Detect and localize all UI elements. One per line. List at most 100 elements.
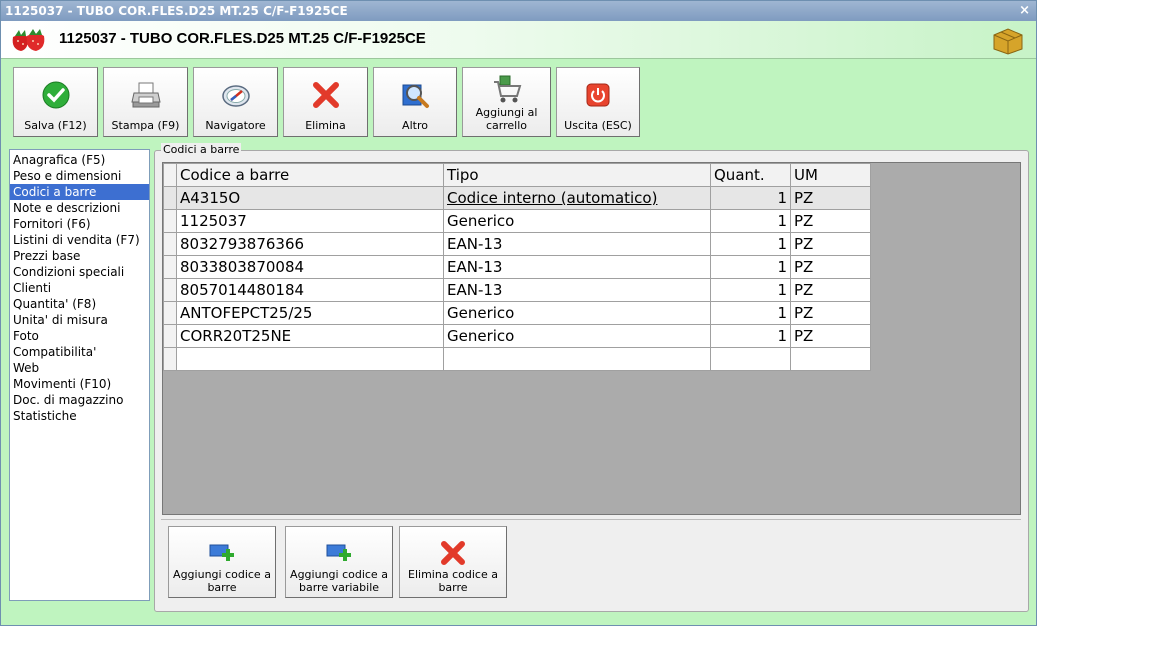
cell-code[interactable]: 8057014480184 <box>176 278 444 302</box>
sidebar-item[interactable]: Codici a barre <box>10 184 149 200</box>
magnifier-book-icon <box>402 84 429 108</box>
table-row[interactable] <box>163 347 871 371</box>
sidebar-item[interactable]: Doc. di magazzino <box>10 392 149 408</box>
row-header-corner <box>163 163 177 187</box>
exit-label: Uscita (ESC) <box>564 119 632 132</box>
cell-qty[interactable]: 1 <box>710 209 791 233</box>
sidebar-item[interactable]: Anagrafica (F5) <box>10 152 149 168</box>
add-to-cart-button[interactable]: Aggiungi al carrello <box>462 67 551 137</box>
print-button[interactable]: Stampa (F9) <box>103 67 188 137</box>
cell-um[interactable] <box>790 347 871 371</box>
add-to-cart-label: Aggiungi al carrello <box>475 106 538 132</box>
exit-button[interactable]: Uscita (ESC) <box>556 67 640 137</box>
sidebar-item[interactable]: Fornitori (F6) <box>10 216 149 232</box>
sidebar-item[interactable]: Prezzi base <box>10 248 149 264</box>
cell-type[interactable]: Generico <box>443 324 711 348</box>
row-header[interactable] <box>163 301 177 325</box>
column-header-type[interactable]: Tipo <box>443 163 711 187</box>
cell-code[interactable]: CORR20T25NE <box>176 324 444 348</box>
cell-um[interactable]: PZ <box>790 255 871 279</box>
red-x-icon <box>441 541 465 565</box>
cell-code[interactable]: 8033803870084 <box>176 255 444 279</box>
sidebar-item[interactable]: Web <box>10 360 149 376</box>
sidebar-item[interactable]: Compatibilita' <box>10 344 149 360</box>
other-button[interactable]: Altro <box>373 67 457 137</box>
column-header-code[interactable]: Codice a barre <box>176 163 444 187</box>
column-header-qty[interactable]: Quant. <box>710 163 791 187</box>
cell-um[interactable]: PZ <box>790 301 871 325</box>
cell-qty[interactable]: 1 <box>710 232 791 256</box>
cell-type[interactable]: Generico <box>443 301 711 325</box>
sidebar-item[interactable]: Statistiche <box>10 408 149 424</box>
cell-code[interactable]: 8032793876366 <box>176 232 444 256</box>
add-variable-barcode-icon <box>326 544 351 561</box>
page-title: 1125037 - TUBO COR.FLES.D25 MT.25 C/F-F1… <box>59 30 426 47</box>
cart-icon <box>493 75 521 103</box>
delete-button[interactable]: Elimina <box>283 67 368 137</box>
sidebar-item[interactable]: Clienti <box>10 280 149 296</box>
cell-qty[interactable]: 1 <box>710 278 791 302</box>
cell-type[interactable]: EAN-13 <box>443 255 711 279</box>
delete-barcode-button[interactable]: Elimina codice a barre <box>399 526 507 598</box>
cell-um[interactable]: PZ <box>790 278 871 302</box>
add-variable-barcode-label: Aggiungi codice a barre variabile <box>290 568 388 594</box>
cell-type[interactable]: Codice interno (automatico) <box>443 186 711 210</box>
table-row[interactable]: 1125037 Generico 1 PZ <box>163 209 871 233</box>
sidebar-item[interactable]: Peso e dimensioni <box>10 168 149 184</box>
cell-type[interactable]: EAN-13 <box>443 232 711 256</box>
add-variable-barcode-button[interactable]: Aggiungi codice a barre variabile <box>285 526 393 598</box>
cell-type[interactable]: EAN-13 <box>443 278 711 302</box>
sidebar-item[interactable]: Unita' di misura <box>10 312 149 328</box>
cell-code[interactable] <box>176 347 444 371</box>
table-row[interactable]: 8057014480184 EAN-13 1 PZ <box>163 278 871 302</box>
barcodes-grid: Codice a barre Tipo Quant. UM A4315O Codi… <box>162 162 1021 515</box>
delete-label: Elimina <box>305 119 346 132</box>
cell-qty[interactable]: 1 <box>710 301 791 325</box>
row-header[interactable] <box>163 209 177 233</box>
navigator-button[interactable]: Navigatore <box>193 67 278 137</box>
add-barcode-button[interactable]: Aggiungi codice a barre <box>168 526 276 598</box>
sidebar-item[interactable]: Listini di vendita (F7) <box>10 232 149 248</box>
window-title: 1125037 - TUBO COR.FLES.D25 MT.25 C/F-F1… <box>5 4 348 18</box>
sidebar-item[interactable]: Movimenti (F10) <box>10 376 149 392</box>
table-row[interactable]: A4315O Codice interno (automatico) 1 PZ <box>163 186 871 210</box>
sidebar-item[interactable]: Condizioni speciali <box>10 264 149 280</box>
article-window: 1125037 - TUBO COR.FLES.D25 MT.25 C/F-F1… <box>0 0 1037 626</box>
cell-um[interactable]: PZ <box>790 324 871 348</box>
cell-um[interactable]: PZ <box>790 232 871 256</box>
row-header[interactable] <box>163 186 177 210</box>
cell-type[interactable]: Generico <box>443 209 711 233</box>
cell-code[interactable]: A4315O <box>176 186 444 210</box>
sidebar-item[interactable]: Quantita' (F8) <box>10 296 149 312</box>
cell-code[interactable]: 1125037 <box>176 209 444 233</box>
row-header[interactable] <box>163 278 177 302</box>
cell-qty[interactable]: 1 <box>710 255 791 279</box>
table-row[interactable]: CORR20T25NE Generico 1 PZ <box>163 324 871 348</box>
cell-um[interactable]: PZ <box>790 186 871 210</box>
add-barcode-label: Aggiungi codice a barre <box>173 568 271 594</box>
cell-type[interactable] <box>443 347 711 371</box>
delete-barcode-label: Elimina codice a barre <box>408 568 498 594</box>
save-button[interactable]: Salva (F12) <box>13 67 98 137</box>
close-icon[interactable]: × <box>1019 1 1030 21</box>
table-row[interactable]: ANTOFEPCT25/25 Generico 1 PZ <box>163 301 871 325</box>
row-header[interactable] <box>163 347 177 371</box>
table-row[interactable]: 8032793876366 EAN-13 1 PZ <box>163 232 871 256</box>
row-header[interactable] <box>163 255 177 279</box>
red-x-icon <box>312 82 339 108</box>
strawberry-logo <box>12 29 45 51</box>
row-header[interactable] <box>163 324 177 348</box>
column-header-um[interactable]: UM <box>790 163 871 187</box>
cell-qty[interactable]: 1 <box>710 186 791 210</box>
cell-um[interactable]: PZ <box>790 209 871 233</box>
cell-code[interactable]: ANTOFEPCT25/25 <box>176 301 444 325</box>
row-header[interactable] <box>163 232 177 256</box>
cell-qty[interactable] <box>710 347 791 371</box>
section-list: Anagrafica (F5) Peso e dimensioni Codici a… <box>9 149 150 601</box>
other-label: Altro <box>402 119 428 132</box>
cell-qty[interactable]: 1 <box>710 324 791 348</box>
sidebar-item[interactable]: Note e descrizioni <box>10 200 149 216</box>
table-header-row: Codice a barre Tipo Quant. UM <box>163 163 871 187</box>
table-row[interactable]: 8033803870084 EAN-13 1 PZ <box>163 255 871 279</box>
sidebar-item[interactable]: Foto <box>10 328 149 344</box>
